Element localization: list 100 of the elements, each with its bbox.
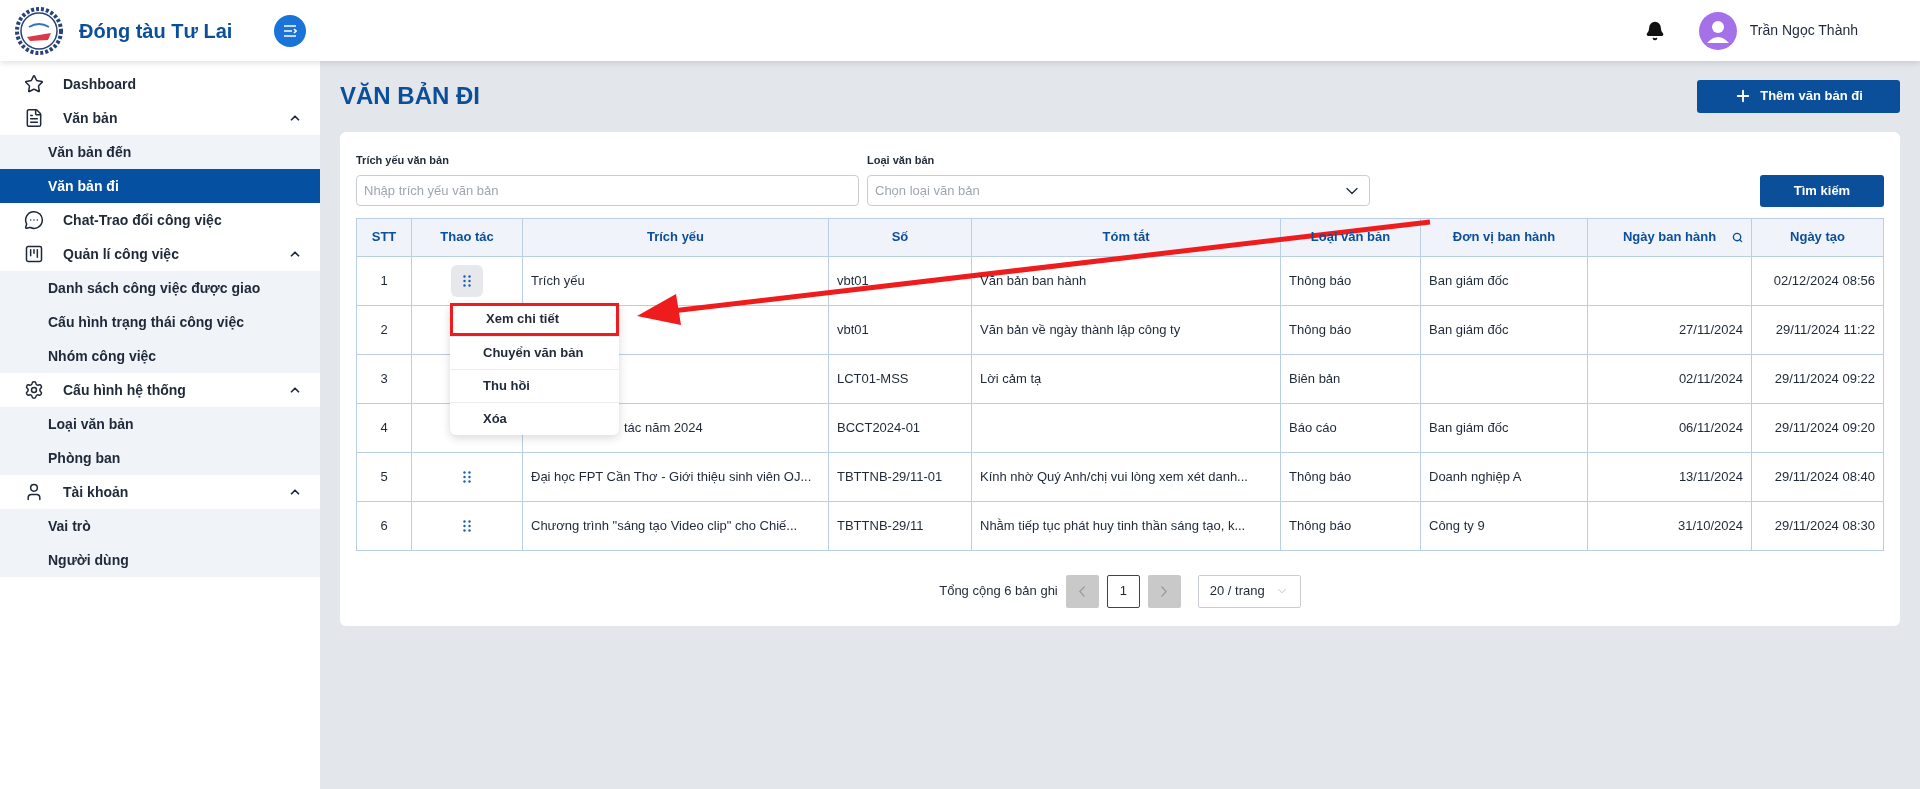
table-cell: Thông báo [1289, 517, 1352, 533]
sidebar-item[interactable]: Cấu hình hệ thống [0, 373, 320, 407]
field-label: Loại văn bản [867, 153, 936, 169]
sidebar-subitem[interactable]: Loại văn bản [0, 407, 320, 441]
user-name: Trần Ngọc Thành [1749, 21, 1858, 40]
sidebar-item[interactable]: Dashboard [0, 67, 320, 101]
menu-item[interactable]: Thu hồi [450, 368, 619, 402]
user-icon [24, 482, 44, 502]
drag-dots-icon [463, 274, 471, 287]
search-icon[interactable] [1732, 231, 1743, 243]
app-name: Đóng tàu Tư Lai [79, 18, 233, 44]
table-cell: Đại học FPT Cần Thơ - Giới thiệu sinh viên OJ... [531, 468, 812, 484]
chevron-right-icon [1161, 585, 1168, 597]
table-cell: Nhằm tiếp tục phát huy tinh thần sáng tạo, k... [980, 517, 1246, 533]
page-button[interactable]: 1 [1106, 574, 1140, 608]
table-cell: 3 [380, 370, 388, 386]
star-icon [24, 74, 44, 94]
settings-icon [24, 380, 44, 400]
table-cell: 6 [380, 517, 388, 533]
table-cell: Thông báo [1289, 272, 1352, 288]
sidebar-subitem[interactable]: Văn bản đến [0, 135, 320, 169]
drag-dots-icon [463, 470, 471, 483]
table-cell: Ban giám đốc [1429, 272, 1509, 288]
table-cell: 02/11/2024 [1678, 370, 1743, 386]
table-cell: 13/11/2024 [1678, 468, 1743, 484]
table-cell: 29/11/2024 08:40 [1774, 468, 1875, 484]
row-actions-button[interactable] [451, 264, 483, 297]
board-icon [24, 244, 44, 264]
column-header: Thao tác [440, 228, 494, 247]
table-cell: 29/11/2024 11:22 [1775, 321, 1875, 337]
page-title: VĂN BẢN ĐI [340, 81, 480, 111]
sidebar-subitem[interactable]: Danh sách công việc được giao [0, 271, 320, 305]
table-cell: Văn bản về ngày thành lập công ty [980, 321, 1181, 337]
search-button[interactable]: Tìm kiếm [1760, 174, 1884, 207]
notification-bell-icon[interactable] [1644, 20, 1665, 41]
document-icon [24, 108, 44, 128]
sidebar-subitem[interactable]: Nhóm công việc [0, 339, 320, 373]
drag-dots-icon [463, 519, 471, 532]
field-label: Trích yếu văn bản [356, 153, 450, 168]
column-header: STT [371, 228, 397, 247]
column-header: Tóm tắt [1102, 228, 1150, 247]
sidebar-subitem[interactable]: Phòng ban [0, 441, 320, 475]
logo-icon [15, 6, 63, 55]
menu-toggle-button[interactable] [274, 14, 306, 47]
table-cell: 31/10/2024 [1677, 517, 1743, 533]
table-cell: Thông báo [1289, 321, 1352, 337]
table-cell: TBTTNB-29/11-01 [837, 468, 943, 484]
table-cell: 02/12/2024 08:56 [1773, 272, 1875, 288]
sidebar-item[interactable]: Chat-Trao đổi công việc [0, 203, 320, 237]
menu-icon [283, 24, 297, 37]
table-cell: 4 [380, 419, 388, 435]
table-cell: Biên bản [1289, 370, 1341, 386]
total-records: Tổng cộng 6 bản ghi [939, 582, 1058, 601]
table-cell: 5 [380, 468, 388, 484]
sidebar-subitem[interactable]: Vai trò [0, 509, 320, 543]
menu-item[interactable]: Xóa [450, 401, 619, 435]
chevron-left-icon [1079, 585, 1086, 597]
table-cell: 27/11/2024 [1678, 321, 1743, 337]
sidebar-item[interactable]: Văn bản [0, 101, 320, 135]
avatar-icon[interactable] [1698, 11, 1737, 50]
table-cell: Chương trình "sáng tạo Video clip" cho Chiế... [531, 517, 798, 533]
column-header: Đơn vị ban hành [1452, 228, 1556, 247]
sidebar-item[interactable]: Tài khoản [0, 475, 320, 509]
page-size-select[interactable]: 20 / trang [1197, 574, 1301, 608]
table-cell: vbt01 [837, 321, 869, 337]
table-cell: LCT01-MSS [837, 370, 909, 386]
chat-icon [24, 210, 44, 230]
table-cell: 29/11/2024 09:20 [1774, 419, 1875, 435]
table-cell: 2 [380, 321, 388, 337]
table-cell: Lời cảm tạ [980, 370, 1042, 386]
sidebar-item[interactable]: Quản lí công việc [0, 237, 320, 271]
table-cell: Báo cáo [1289, 419, 1337, 435]
table-cell: vbt01 [837, 272, 869, 288]
column-header: Trích yếu [646, 228, 705, 247]
table-cell: Công ty 9 [1429, 517, 1485, 533]
sidebar-subitem[interactable]: Văn bản đi [0, 169, 320, 203]
table-cell: BCCT2024-01 [837, 419, 921, 435]
select-field[interactable]: Chọn loại văn bản [867, 174, 1370, 206]
column-header: Ngày ban hành [1622, 228, 1717, 247]
table-cell: Thông báo [1289, 468, 1352, 484]
table-cell: Văn bản ban hành [980, 272, 1087, 288]
menu-item[interactable]: Chuyển văn bản [450, 335, 619, 369]
column-header: Số [891, 228, 909, 247]
add-document-button[interactable]: Thêm văn bản đi [1697, 79, 1900, 113]
sidebar-subitem[interactable]: Người dùng [0, 543, 320, 577]
table-cell: Trích yếu [531, 272, 585, 288]
sidebar-subitem[interactable]: Cấu hình trạng thái công việc [0, 305, 320, 339]
table-cell: Ban giám đốc [1429, 419, 1509, 435]
input-field[interactable]: Nhập trích yếu văn bản [356, 174, 859, 206]
table-cell: Doanh nghiệp A [1429, 468, 1522, 484]
column-header: Ngày tạo [1790, 228, 1845, 247]
table-cell: Kính nhờ Quý Anh/chị vui lòng xem xét danh... [980, 468, 1248, 484]
table-cell: 29/11/2024 08:30 [1774, 517, 1875, 533]
menu-item[interactable]: Xem chi tiết [450, 302, 619, 336]
table-cell: 1 [380, 272, 388, 288]
table-cell: 29/11/2024 09:22 [1774, 370, 1875, 386]
table-cell: Ban giám đốc [1429, 321, 1509, 337]
table-cell: 06/11/2024 [1678, 419, 1743, 435]
table-cell: tác năm 2024 [624, 419, 703, 435]
table-cell: TBTTNB-29/11 [837, 517, 924, 533]
